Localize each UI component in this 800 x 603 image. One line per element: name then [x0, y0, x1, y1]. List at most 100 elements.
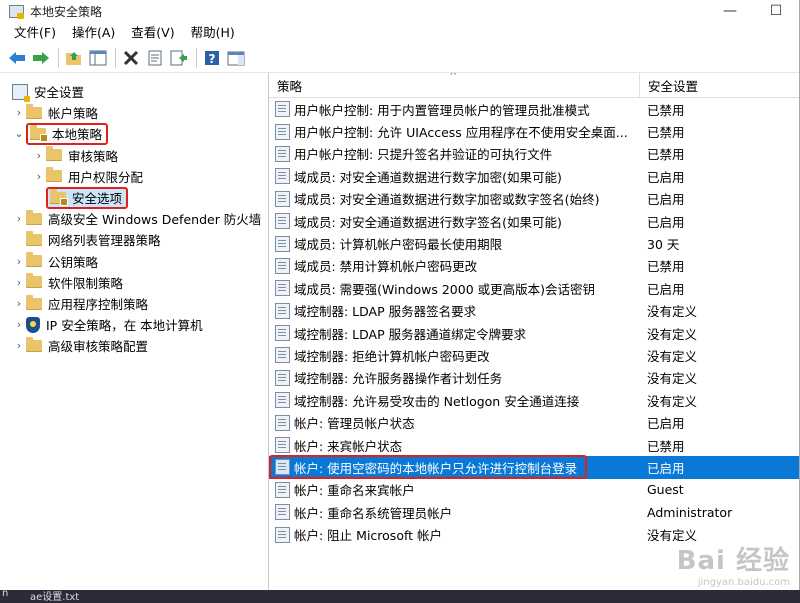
- policy-cell: 帐户: 重命名来宾帐户: [269, 480, 639, 499]
- column-header-setting[interactable]: 安全设置: [639, 73, 799, 97]
- action-pane-icon[interactable]: [225, 47, 247, 69]
- forward-arrow-icon[interactable]: [30, 47, 52, 69]
- tree-item-label: 网络列表管理器策略: [48, 233, 161, 249]
- policy-name: 帐户: 使用空密码的本地帐户只允许进行控制台登录: [294, 460, 578, 476]
- tree-item[interactable]: › IP 安全策略，在 本地计算机: [12, 314, 203, 335]
- taskbar-item[interactable]: ae设置.txt: [30, 588, 79, 603]
- menu-bar: 文件(F) 操作(A) 查看(V) 帮助(H): [0, 22, 799, 44]
- maximize-button[interactable]: ☐: [753, 0, 799, 22]
- tree-item-content: 应用程序控制策略: [26, 294, 148, 313]
- policy-cell: 域控制器: 允许服务器操作者计划任务: [269, 368, 639, 387]
- policy-name: 域成员: 需要强(Windows 2000 或更高版本)会话密钥: [294, 281, 595, 297]
- policy-row[interactable]: 域控制器: 拒绝计算机帐户密码更改 没有定义: [269, 344, 799, 366]
- policy-row[interactable]: 用户帐户控制: 允许 UIAccess 应用程序在不使用安全桌面... 已禁用: [269, 120, 799, 142]
- policy-item-icon: [275, 168, 290, 185]
- menu-help[interactable]: 帮助(H): [183, 22, 243, 44]
- policy-cell: 用户帐户控制: 允许 UIAccess 应用程序在不使用安全桌面...: [269, 122, 639, 141]
- tree-item[interactable]: 网络列表管理器策略: [12, 229, 161, 250]
- minimize-button[interactable]: —: [707, 0, 753, 22]
- collapsed-chevron-icon[interactable]: ›: [12, 318, 26, 331]
- delete-icon[interactable]: [120, 47, 142, 69]
- policy-row[interactable]: 帐户: 重命名系统管理员帐户 Administrator: [269, 501, 799, 523]
- folder-icon: [26, 294, 42, 310]
- sort-up-icon: ^: [449, 73, 458, 82]
- tree-item[interactable]: › 公钥策略: [12, 251, 98, 272]
- policy-rows: 用户帐户控制: 用于内置管理员帐户的管理员批准模式 已禁用 用户帐户控制: 允许 U…: [269, 98, 799, 546]
- policy-row[interactable]: 域控制器: 允许服务器操作者计划任务 没有定义: [269, 367, 799, 389]
- tree-item-label: 审核策略: [68, 148, 119, 164]
- policy-row[interactable]: 域成员: 对安全通道数据进行数字加密或数字签名(始终) 已启用: [269, 188, 799, 210]
- policy-cell: 域成员: 需要强(Windows 2000 或更高版本)会话密钥: [269, 279, 639, 298]
- collapsed-chevron-icon[interactable]: ›: [12, 255, 26, 268]
- up-folder-icon[interactable]: [63, 47, 85, 69]
- policy-row[interactable]: 域成员: 计算机帐户密码最长使用期限 30 天: [269, 232, 799, 254]
- policy-row[interactable]: 帐户: 使用空密码的本地帐户只允许进行控制台登录 已启用: [269, 455, 799, 480]
- security-settings-icon: [12, 83, 30, 102]
- tree-item-content: IP 安全策略，在 本地计算机: [26, 315, 203, 334]
- policy-row[interactable]: 域控制器: 允许易受攻击的 Netlogon 安全通道连接 没有定义: [269, 389, 799, 411]
- policy-row[interactable]: 帐户: 管理员帐户状态 已启用: [269, 411, 799, 433]
- policy-item-icon: [275, 526, 290, 543]
- policy-name: 帐户: 重命名来宾帐户: [294, 483, 415, 499]
- tree-item[interactable]: 安全选项: [32, 186, 129, 209]
- policy-setting: 没有定义: [647, 393, 698, 409]
- export-list-icon[interactable]: [168, 47, 190, 69]
- policy-row[interactable]: 域成员: 对安全通道数据进行数字签名(如果可能) 已启用: [269, 210, 799, 232]
- tree-item[interactable]: › 高级安全 Windows Defender 防火墙: [12, 208, 261, 229]
- policy-name: 域成员: 对安全通道数据进行数字加密或数字签名(始终): [294, 192, 600, 208]
- tree-item-label: 安全设置: [34, 85, 85, 100]
- policy-row[interactable]: 域成员: 禁用计算机帐户密码更改 已禁用: [269, 255, 799, 277]
- collapsed-chevron-icon[interactable]: ›: [12, 106, 26, 119]
- toolbar: ?: [0, 44, 799, 73]
- folder-icon: [46, 167, 62, 183]
- policy-row[interactable]: 域成员: 对安全通道数据进行数字加密(如果可能) 已启用: [269, 165, 799, 187]
- tree-item-content: 安全设置: [12, 82, 85, 102]
- policy-row[interactable]: 用户帐户控制: 只提升签名并验证的可执行文件 已禁用: [269, 143, 799, 165]
- policy-item-icon: [275, 437, 290, 454]
- policy-cell: 帐户: 来宾帐户状态: [269, 436, 639, 455]
- policy-item-icon: [275, 504, 290, 521]
- tree-item[interactable]: ⌄ 本地策略: [12, 122, 109, 145]
- policy-name: 域成员: 对安全通道数据进行数字签名(如果可能): [294, 214, 562, 230]
- tree-item-label: 应用程序控制策略: [48, 297, 149, 312]
- policy-row[interactable]: 域成员: 需要强(Windows 2000 或更高版本)会话密钥 已启用: [269, 277, 799, 299]
- collapsed-chevron-icon[interactable]: ›: [32, 170, 46, 183]
- back-arrow-icon[interactable]: [6, 47, 28, 69]
- policy-name: 域控制器: 允许服务器操作者计划任务: [294, 371, 503, 387]
- collapsed-chevron-icon[interactable]: ›: [12, 297, 26, 310]
- tree-item[interactable]: › 审核策略: [32, 145, 118, 166]
- collapsed-chevron-icon[interactable]: ›: [12, 276, 26, 289]
- expanded-chevron-icon[interactable]: ⌄: [12, 127, 26, 140]
- tree-item[interactable]: › 应用程序控制策略: [12, 293, 148, 314]
- policy-row[interactable]: 帐户: 重命名来宾帐户 Guest: [269, 479, 799, 501]
- properties-icon[interactable]: [144, 47, 166, 69]
- menu-file[interactable]: 文件(F): [6, 22, 64, 44]
- tree-item[interactable]: › 帐户策略: [12, 102, 98, 123]
- show-hide-tree-icon[interactable]: [87, 47, 109, 69]
- policy-name: 用户帐户控制: 用于内置管理员帐户的管理员批准模式: [294, 102, 590, 118]
- policy-name: 域控制器: 允许易受攻击的 Netlogon 安全通道连接: [294, 393, 580, 409]
- folder-icon: [26, 103, 42, 119]
- content-panes: 安全设置 › 帐户策略 ⌄ 本地策略 › 审核策略 › 用户权限分配 安全选项 › 高级安全 Wind…: [0, 73, 799, 590]
- policy-row[interactable]: 用户帐户控制: 用于内置管理员帐户的管理员批准模式 已禁用: [269, 98, 799, 120]
- menu-action[interactable]: 操作(A): [64, 22, 123, 44]
- policy-item-icon: [275, 235, 290, 252]
- policy-row[interactable]: 帐户: 来宾帐户状态 已禁用: [269, 434, 799, 456]
- policy-setting: 没有定义: [647, 528, 698, 544]
- tree-item[interactable]: › 软件限制策略: [12, 272, 123, 293]
- help-icon[interactable]: ?: [201, 47, 223, 69]
- policy-name: 帐户: 重命名系统管理员帐户: [294, 505, 453, 521]
- tree-item[interactable]: › 高级审核策略配置: [12, 335, 148, 356]
- policy-row[interactable]: 域控制器: LDAP 服务器签名要求 没有定义: [269, 300, 799, 322]
- collapsed-chevron-icon[interactable]: ›: [32, 149, 46, 162]
- collapsed-chevron-icon[interactable]: ›: [12, 339, 26, 352]
- policy-item-icon: [275, 325, 290, 342]
- policy-row[interactable]: 域控制器: LDAP 服务器通道绑定令牌要求 没有定义: [269, 322, 799, 344]
- tree-item[interactable]: 安全设置: [12, 81, 84, 102]
- policy-row[interactable]: 帐户: 阻止 Microsoft 帐户 没有定义: [269, 523, 799, 545]
- menu-view[interactable]: 查看(V): [123, 22, 182, 44]
- tree-item[interactable]: › 用户权限分配: [32, 166, 143, 187]
- policy-name: 帐户: 来宾帐户状态: [294, 438, 403, 454]
- collapsed-chevron-icon[interactable]: ›: [12, 212, 26, 225]
- policy-item-icon: [275, 347, 290, 364]
